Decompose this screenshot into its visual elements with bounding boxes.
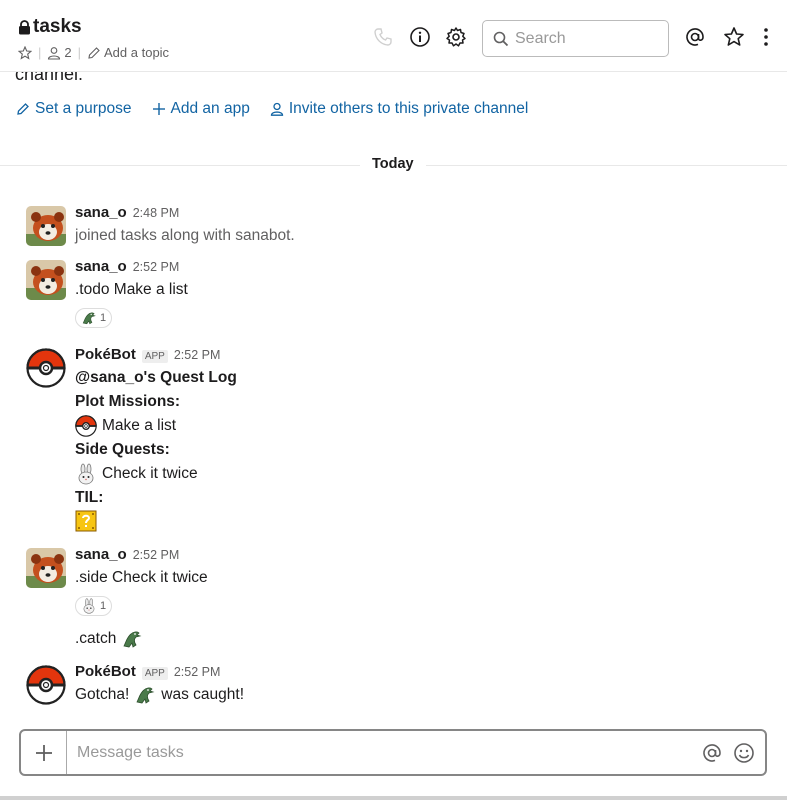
til-item bbox=[75, 510, 755, 532]
side-quest-item: Check it twice bbox=[75, 462, 755, 486]
pencil-icon bbox=[17, 103, 29, 115]
person-icon bbox=[270, 102, 283, 116]
message-timestamp[interactable]: 2:52 PM bbox=[174, 665, 221, 679]
star-icon[interactable] bbox=[723, 26, 745, 48]
search-icon bbox=[493, 31, 509, 46]
message-text: .side Check it twice bbox=[75, 569, 208, 586]
message-timestamp[interactable]: 2:48 PM bbox=[133, 206, 180, 220]
attach-button[interactable] bbox=[21, 731, 67, 774]
message-timestamp[interactable]: 2:52 PM bbox=[133, 548, 180, 562]
set-purpose-link[interactable]: Set a purpose bbox=[16, 100, 132, 118]
gear-icon[interactable] bbox=[445, 26, 467, 48]
channel-header: tasks | 2 | Add a topic bbox=[0, 0, 787, 72]
add-topic-label: Add a topic bbox=[104, 45, 170, 60]
info-icon[interactable] bbox=[409, 26, 431, 48]
mention-icon[interactable] bbox=[701, 742, 723, 764]
emoji-icon[interactable] bbox=[733, 742, 755, 764]
reaction-count: 1 bbox=[100, 312, 107, 324]
message-author[interactable]: sana_o bbox=[75, 204, 127, 221]
plus-icon bbox=[152, 103, 165, 115]
more-icon[interactable] bbox=[755, 26, 777, 48]
date-divider-label[interactable]: Today bbox=[360, 156, 426, 172]
invite-others-link[interactable]: Invite others to this private channel bbox=[270, 100, 528, 118]
pokeball-avatar[interactable] bbox=[26, 665, 66, 705]
star-icon[interactable] bbox=[18, 45, 32, 60]
plus-icon bbox=[35, 744, 52, 761]
window-bottom-edge bbox=[0, 796, 787, 800]
message-timestamp[interactable]: 2:52 PM bbox=[133, 260, 180, 274]
meta-separator: | bbox=[77, 45, 82, 60]
avatar[interactable] bbox=[26, 548, 66, 588]
app-badge: APP bbox=[141, 667, 168, 680]
bunny-emoji-icon bbox=[75, 463, 97, 485]
meta-separator: | bbox=[38, 45, 42, 60]
gator-emoji-icon bbox=[134, 684, 156, 706]
message-author[interactable]: PokéBot bbox=[75, 346, 136, 363]
phone-icon[interactable] bbox=[372, 26, 394, 48]
gator-emoji-icon bbox=[81, 310, 97, 326]
search-box[interactable] bbox=[482, 20, 669, 57]
til-heading: TIL: bbox=[75, 489, 104, 506]
message-author[interactable]: PokéBot bbox=[75, 663, 136, 680]
message-timestamp[interactable]: 2:52 PM bbox=[174, 348, 221, 362]
quest-log-title: @sana_o's Quest Log bbox=[75, 369, 237, 386]
intro-actions: Set a purpose Add an app Invite others t… bbox=[16, 100, 528, 118]
mentions-icon[interactable] bbox=[684, 26, 706, 48]
search-input[interactable] bbox=[515, 29, 655, 48]
side-quests-heading: Side Quests: bbox=[75, 441, 170, 458]
member-count-button[interactable]: 2 bbox=[47, 45, 72, 60]
reaction-count: 1 bbox=[100, 600, 107, 612]
add-app-link[interactable]: Add an app bbox=[152, 100, 250, 118]
lock-icon bbox=[19, 19, 30, 34]
message-text: Gotcha! was caught! bbox=[75, 683, 755, 707]
pokeball-emoji-icon bbox=[75, 415, 97, 437]
avatar[interactable] bbox=[26, 260, 66, 300]
message-author[interactable]: sana_o bbox=[75, 546, 127, 563]
pencil-icon bbox=[88, 46, 100, 59]
bunny-emoji-icon bbox=[81, 598, 97, 614]
avatar[interactable] bbox=[26, 206, 66, 246]
message-input[interactable] bbox=[67, 743, 701, 762]
channel-meta: | 2 | Add a topic bbox=[18, 45, 169, 60]
add-topic-button[interactable]: Add a topic bbox=[87, 45, 169, 60]
message-text: joined tasks along with sanabot. bbox=[75, 227, 295, 244]
channel-title[interactable]: tasks bbox=[18, 16, 82, 38]
message-text: .todo Make a list bbox=[75, 281, 188, 298]
followup-message-text: .catch bbox=[75, 627, 755, 651]
reaction-pill[interactable]: 1 bbox=[75, 308, 113, 328]
message-composer bbox=[19, 729, 767, 776]
message-author[interactable]: sana_o bbox=[75, 258, 127, 275]
plot-missions-heading: Plot Missions: bbox=[75, 393, 181, 410]
question-block-emoji-icon bbox=[75, 510, 97, 532]
pokeball-avatar[interactable] bbox=[26, 348, 66, 388]
plot-mission-item: Make a list bbox=[75, 414, 755, 438]
app-badge: APP bbox=[141, 350, 168, 363]
channel-name: tasks bbox=[33, 16, 82, 37]
member-count: 2 bbox=[64, 45, 72, 60]
gator-emoji-icon bbox=[121, 628, 143, 650]
person-icon bbox=[48, 46, 61, 60]
reaction-pill[interactable]: 1 bbox=[75, 596, 113, 616]
